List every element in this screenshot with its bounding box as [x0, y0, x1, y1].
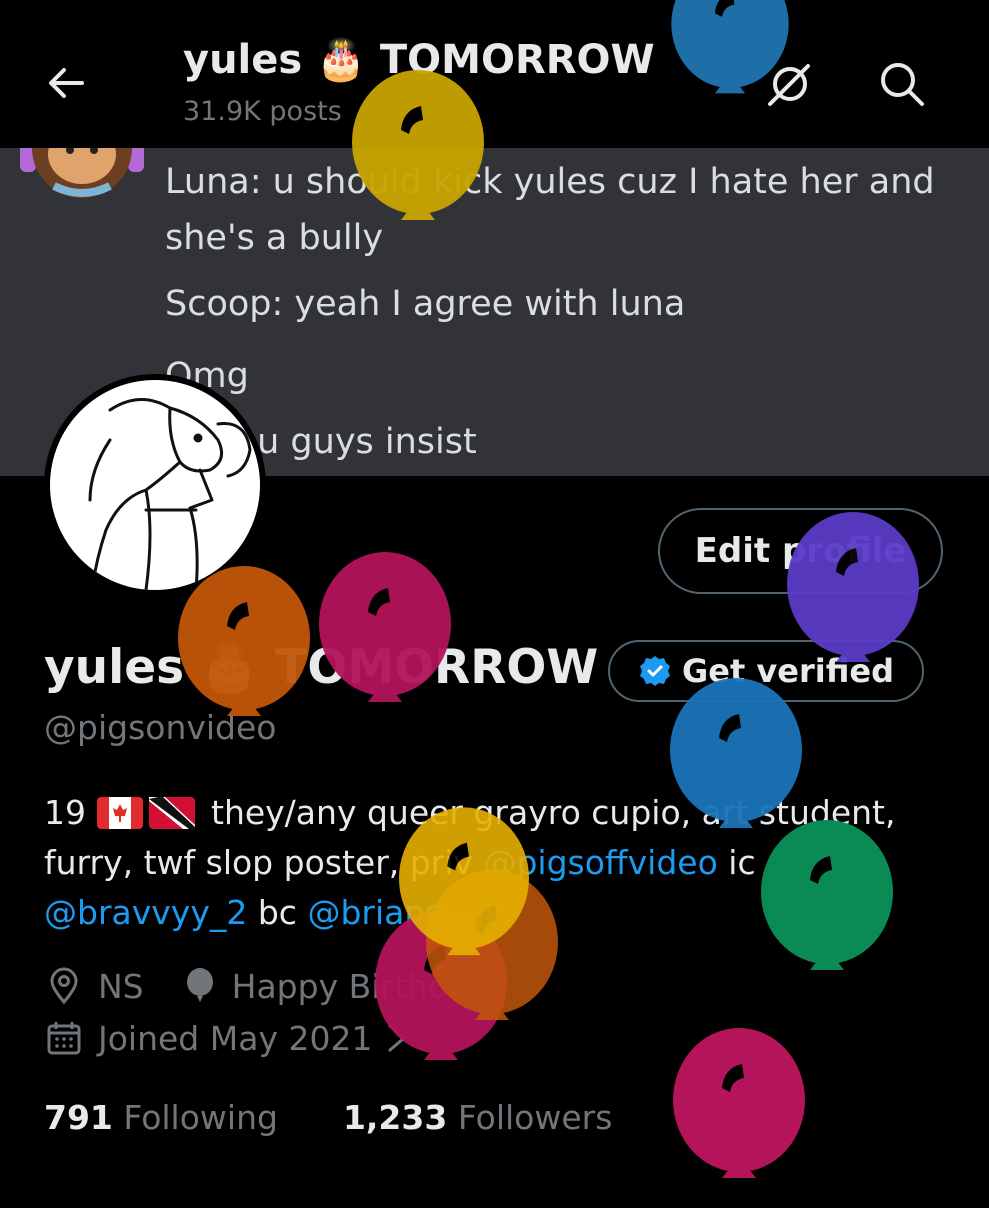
following-count: 791: [44, 1098, 113, 1137]
profile-joined: Joined May 2021: [98, 1018, 373, 1058]
balloon-icon: [352, 70, 484, 220]
back-button[interactable]: [42, 58, 92, 108]
verified-badge-icon: [639, 656, 670, 686]
following-label: Following: [123, 1098, 278, 1137]
search-icon: [881, 63, 924, 106]
canada-flag-icon: [96, 797, 143, 829]
followers-count: 1,233: [342, 1098, 448, 1137]
bio-mention-link[interactable]: @bravvyy_2: [44, 893, 247, 932]
balloon-icon: [178, 566, 310, 716]
arrow-left-icon: [49, 68, 84, 98]
balloon-icon: [671, 0, 789, 94]
avatar-drawing: [88, 398, 252, 590]
balloon-icon: [761, 820, 893, 970]
balloon-icon: [787, 512, 919, 662]
profile-joined-row: Joined May 2021: [44, 1018, 412, 1058]
balloon-icon: [673, 1028, 805, 1178]
bio-prefix: 19: [44, 793, 86, 832]
bio-text: bc: [257, 893, 297, 932]
trinidad-tobago-flag-icon: [148, 797, 195, 829]
balloon-icon: [186, 968, 213, 1002]
profile-location: NS: [98, 966, 144, 1006]
calendar-icon: [47, 1022, 81, 1055]
balloon-icon: [319, 552, 451, 702]
banner-text-line: Scoop: yeah I agree with luna: [165, 284, 686, 324]
banner-chat-avatar: [20, 148, 144, 198]
location-pin-icon: [50, 967, 78, 1005]
followers-label: Followers: [457, 1098, 613, 1137]
balloon-icon: [398, 807, 530, 956]
profile-stats: 791 Following 1,233 Followers: [44, 1098, 612, 1137]
header-post-count: 31.9K posts: [183, 96, 342, 127]
profile-avatar[interactable]: [44, 374, 266, 596]
banner-text-line: Luna: u should kick yules cuz I hate her…: [165, 162, 935, 202]
following-link[interactable]: 791 Following: [44, 1098, 278, 1137]
search-button[interactable]: [874, 56, 930, 112]
followers-link[interactable]: 1,233 Followers: [343, 1098, 612, 1137]
